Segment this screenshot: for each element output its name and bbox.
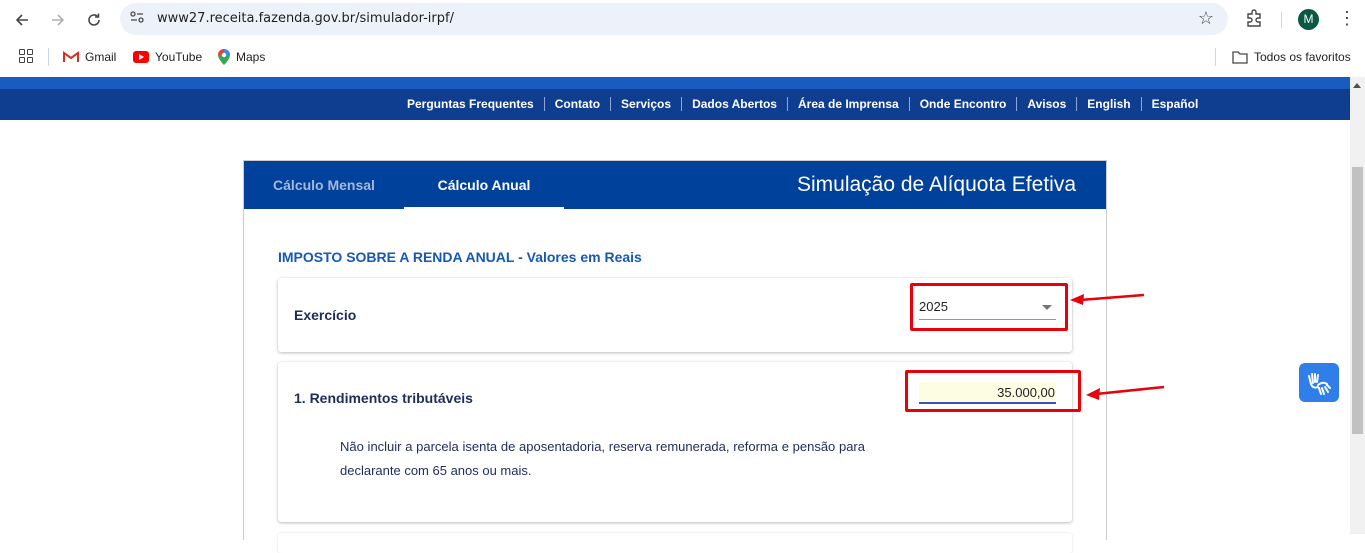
apps-grid-icon[interactable] [19,49,33,63]
arrow-left-icon [15,14,28,26]
highlight-box-rendimentos [905,370,1081,412]
highlight-box-exercicio [910,283,1068,331]
annotation-arrow-icon [1070,293,1145,305]
bookmarks-divider [48,48,49,66]
bookmark-gmail[interactable]: Gmail [63,49,116,65]
bookmarks-bar: Gmail YouTube Maps Todos os favoritos [0,38,1365,76]
back-button[interactable] [10,8,34,32]
simulator-panel: Cálculo Mensal Cálculo Anual Simulação d… [243,160,1107,540]
nav-onde-encontro[interactable]: Onde Encontro [908,97,1017,111]
nav-dados-abertos[interactable]: Dados Abertos [681,97,787,111]
sign-language-hands-icon [1308,372,1331,395]
browser-toolbar: www27.receita.fazenda.gov.br/simulador-i… [0,0,1365,38]
tab-calculo-mensal[interactable]: Cálculo Mensal [244,161,404,209]
bookmark-star-icon[interactable]: ☆ [1198,8,1214,29]
all-bookmarks[interactable]: Todos os favoritos [1232,49,1351,65]
folder-icon [1232,50,1248,64]
section-title: IMPOSTO SOBRE A RENDA ANUAL - Valores em… [278,249,642,265]
address-bar[interactable]: www27.receita.fazenda.gov.br/simulador-i… [120,3,1228,35]
more-menu-icon[interactable]: ⋮ [1338,8,1356,28]
tab-calculo-anual[interactable]: Cálculo Anual [404,161,564,209]
bookmarks-divider [1215,48,1216,66]
panel-header: Cálculo Mensal Cálculo Anual Simulação d… [244,161,1106,209]
bookmark-youtube[interactable]: YouTube [133,49,202,65]
panel-title: Simulação de Alíquota Efetiva [796,173,1076,196]
youtube-icon [133,51,149,63]
bookmark-label: YouTube [155,50,203,64]
scrollbar-thumb[interactable] [1352,167,1363,434]
nav-area-de-imprensa[interactable]: Área de Imprensa [786,97,909,111]
exercicio-label: Exercício [294,307,357,323]
bookmark-label: Gmail [85,50,117,64]
nav-english[interactable]: English [1076,97,1140,111]
nav-avisos[interactable]: Avisos [1016,97,1076,111]
bookmark-label: Maps [236,50,266,64]
nav-servicos[interactable]: Serviços [610,97,681,111]
reload-icon [88,13,100,26]
toolbar-divider [1281,12,1282,28]
site-nav: Perguntas Frequentes Contato Serviços Da… [0,89,1350,120]
nav-perguntas-frequentes[interactable]: Perguntas Frequentes [397,97,544,111]
maps-icon [218,49,230,65]
url-text[interactable]: www27.receita.fazenda.gov.br/simulador-i… [157,11,454,26]
rendimentos-note: Não incluir a parcela isenta de aposenta… [340,439,865,478]
site-header-strip [0,77,1350,89]
extensions-icon[interactable] [1244,8,1264,28]
scroll-up-icon[interactable] [1353,83,1361,88]
next-card [278,533,1072,553]
forward-button[interactable] [46,8,70,32]
arrow-right-icon [52,14,65,26]
rendimentos-label: 1. Rendimentos tributáveis [294,390,473,406]
reload-button[interactable] [82,8,106,32]
profile-avatar[interactable]: M [1298,9,1319,30]
annotation-arrow-icon [1086,385,1165,400]
nav-contato[interactable]: Contato [543,97,610,111]
nav-espanol[interactable]: Español [1140,97,1209,111]
vlibras-accessibility-button[interactable] [1299,363,1339,402]
all-bookmarks-label: Todos os favoritos [1254,50,1351,64]
bookmark-maps[interactable]: Maps [218,49,265,65]
gmail-icon [63,51,79,62]
site-info-icon[interactable] [128,10,146,28]
page-scrollbar[interactable] [1350,77,1365,534]
